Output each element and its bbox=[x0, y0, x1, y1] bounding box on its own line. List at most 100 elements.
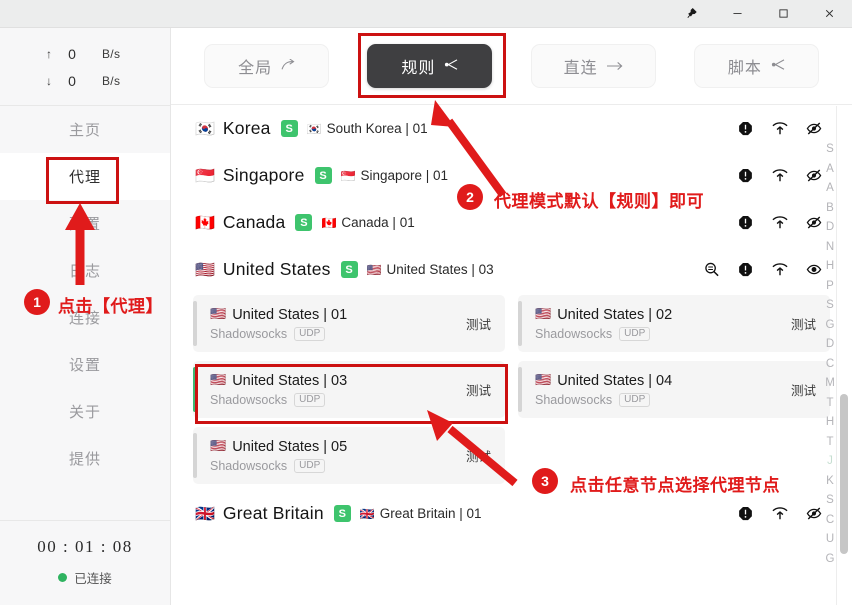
eye-off-icon[interactable] bbox=[805, 120, 822, 137]
minimize-icon[interactable] bbox=[714, 0, 760, 27]
node-test-button[interactable]: 测试 bbox=[458, 380, 491, 399]
flag-icon: 🇰🇷 bbox=[306, 121, 322, 136]
upload-speed-row: ↑ 0 B/s bbox=[0, 40, 170, 67]
group-actions bbox=[737, 505, 822, 522]
alert-icon[interactable] bbox=[737, 261, 754, 278]
mode-rule-button[interactable]: 规则 bbox=[367, 44, 493, 88]
index-letter[interactable]: K bbox=[826, 472, 834, 492]
connection-status-label: 已连接 bbox=[74, 572, 112, 586]
index-letter[interactable]: S bbox=[826, 491, 834, 511]
flag-icon: 🇺🇸 bbox=[535, 307, 552, 322]
selected-node-label: Canada | 01 bbox=[341, 215, 415, 230]
flag-icon: 🇺🇸 bbox=[210, 373, 227, 388]
group-row[interactable]: 🇺🇸 United States S 🇺🇸 United States | 03 bbox=[171, 246, 852, 293]
group-row[interactable]: 🇸🇬 Singapore S 🇸🇬 Singapore | 01 bbox=[171, 152, 852, 199]
index-letter[interactable]: U bbox=[826, 530, 834, 550]
download-speed-row: ↓ 0 B/s bbox=[0, 67, 170, 94]
index-letter[interactable]: G bbox=[826, 316, 835, 336]
flag-icon: 🇸🇬 bbox=[340, 168, 356, 183]
group-row[interactable]: 🇬🇧 Great Britain S 🇬🇧 Great Britain | 01 bbox=[171, 490, 852, 537]
pin-icon[interactable] bbox=[668, 0, 714, 27]
alert-icon[interactable] bbox=[737, 505, 754, 522]
index-letter[interactable]: H bbox=[826, 257, 834, 277]
alert-icon[interactable] bbox=[737, 120, 754, 137]
index-letter[interactable]: B bbox=[826, 199, 834, 219]
index-letter[interactable]: C bbox=[826, 355, 834, 375]
flag-icon: 🇰🇷 bbox=[195, 119, 215, 138]
node-card[interactable]: 🇺🇸 United States | 02 Shadowsocks UDP 测试 bbox=[518, 295, 830, 352]
node-test-button[interactable]: 测试 bbox=[783, 380, 816, 399]
index-letter[interactable]: C bbox=[826, 511, 834, 531]
node-card-grid: 🇺🇸 United States | 01 Shadowsocks UDP 测试 bbox=[171, 293, 852, 484]
index-letter[interactable]: P bbox=[826, 277, 834, 297]
flag-icon: 🇬🇧 bbox=[195, 504, 215, 523]
sidebar-nav: 主页 代理 配置 日志 连接 设置 关于 提供 bbox=[0, 106, 170, 482]
index-letter[interactable]: J bbox=[827, 452, 833, 472]
mode-global-button[interactable]: 全局 bbox=[204, 44, 330, 88]
node-indicator-bar bbox=[518, 301, 522, 346]
mode-direct-button[interactable]: 直连 bbox=[530, 44, 656, 88]
node-meta: Shadowsocks UDP bbox=[535, 392, 783, 407]
sidebar-item-proxy[interactable]: 代理 bbox=[0, 153, 170, 200]
eye-off-icon[interactable] bbox=[805, 505, 822, 522]
node-info: 🇺🇸 United States | 03 Shadowsocks UDP bbox=[210, 373, 458, 407]
latency-icon[interactable] bbox=[771, 261, 788, 278]
arrow-curve-icon bbox=[281, 58, 295, 74]
index-letter[interactable]: H bbox=[826, 413, 834, 433]
sidebar-item-connections[interactable]: 连接 bbox=[0, 294, 170, 341]
sidebar-item-home[interactable]: 主页 bbox=[0, 106, 170, 153]
latency-icon[interactable] bbox=[771, 167, 788, 184]
node-meta: Shadowsocks UDP bbox=[535, 326, 783, 341]
flag-icon: 🇨🇦 bbox=[321, 215, 337, 230]
sidebar-item-provider[interactable]: 提供 bbox=[0, 435, 170, 482]
sidebar-item-about[interactable]: 关于 bbox=[0, 388, 170, 435]
index-letter[interactable]: T bbox=[826, 433, 833, 453]
index-letter[interactable]: A bbox=[826, 160, 834, 180]
alert-icon[interactable] bbox=[737, 167, 754, 184]
sidebar-item-profiles[interactable]: 配置 bbox=[0, 200, 170, 247]
mode-label: 全局 bbox=[238, 60, 273, 77]
node-card[interactable]: 🇺🇸 United States | 04 Shadowsocks UDP 测试 bbox=[518, 361, 830, 418]
eye-off-icon[interactable] bbox=[805, 167, 822, 184]
selected-node: 🇸🇬 Singapore | 01 bbox=[341, 168, 449, 183]
index-letter[interactable]: M bbox=[825, 374, 835, 394]
node-name: United States | 02 bbox=[557, 306, 673, 323]
index-letter[interactable]: D bbox=[826, 335, 834, 355]
index-letter[interactable]: T bbox=[826, 394, 833, 414]
group-actions bbox=[737, 120, 822, 137]
index-letter[interactable]: S bbox=[826, 140, 834, 160]
group-row[interactable]: 🇨🇦 Canada S 🇨🇦 Canada | 01 bbox=[171, 199, 852, 246]
close-icon[interactable] bbox=[806, 0, 852, 27]
sidebar-item-settings[interactable]: 设置 bbox=[0, 341, 170, 388]
eye-off-icon[interactable] bbox=[805, 214, 822, 231]
node-info: 🇺🇸 United States | 05 Shadowsocks UDP bbox=[210, 439, 458, 473]
latency-icon[interactable] bbox=[771, 505, 788, 522]
node-test-button[interactable]: 测试 bbox=[458, 446, 491, 465]
index-letter[interactable]: N bbox=[826, 238, 834, 258]
latency-icon[interactable] bbox=[771, 214, 788, 231]
node-title: 🇺🇸 United States | 05 bbox=[210, 439, 458, 455]
mode-script-button[interactable]: 脚本 bbox=[693, 44, 819, 88]
maximize-icon[interactable] bbox=[760, 0, 806, 27]
node-card-selected[interactable]: 🇺🇸 United States | 03 Shadowsocks UDP 测试 bbox=[193, 361, 505, 418]
eye-icon[interactable] bbox=[805, 261, 822, 278]
index-letter[interactable]: S bbox=[826, 296, 834, 316]
status-badge: S bbox=[314, 167, 332, 184]
index-letter[interactable]: G bbox=[826, 550, 835, 570]
index-letter[interactable]: A bbox=[826, 179, 834, 199]
alert-icon[interactable] bbox=[737, 214, 754, 231]
group-row[interactable]: 🇰🇷 Korea S 🇰🇷 South Korea | 01 bbox=[171, 105, 852, 152]
node-test-button[interactable]: 测试 bbox=[783, 314, 816, 333]
latency-icon[interactable] bbox=[771, 120, 788, 137]
node-card[interactable]: 🇺🇸 United States | 01 Shadowsocks UDP 测试 bbox=[193, 295, 505, 352]
node-test-button[interactable]: 测试 bbox=[458, 314, 491, 333]
scrollbar-thumb[interactable] bbox=[840, 394, 848, 554]
node-title: 🇺🇸 United States | 01 bbox=[210, 307, 458, 323]
node-card[interactable]: 🇺🇸 United States | 05 Shadowsocks UDP 测试 bbox=[193, 427, 505, 484]
index-letter[interactable]: D bbox=[826, 218, 834, 238]
selected-node-label: United States | 03 bbox=[386, 262, 494, 277]
node-name: United States | 05 bbox=[232, 438, 348, 455]
vertical-scrollbar[interactable] bbox=[836, 106, 850, 605]
search-icon[interactable] bbox=[703, 261, 720, 278]
sidebar-item-logs[interactable]: 日志 bbox=[0, 247, 170, 294]
